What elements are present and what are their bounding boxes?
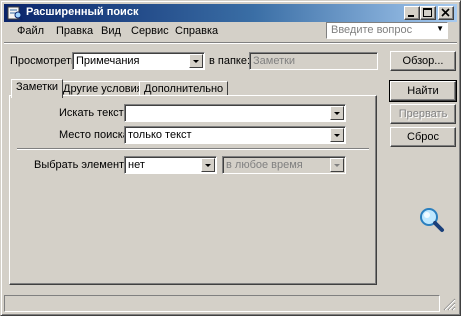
menu-help[interactable]: Справка: [175, 25, 218, 37]
close-icon: [441, 8, 450, 17]
ask-question-box[interactable]: Введите вопрос ▼: [326, 22, 448, 39]
select-items-label: Выбрать элементы:: [34, 159, 136, 171]
search-in-value: только текст: [128, 129, 192, 141]
menu-view[interactable]: Вид: [101, 25, 121, 37]
resize-grip-icon[interactable]: [442, 297, 456, 311]
search-in-dropdown-button[interactable]: [330, 128, 344, 142]
look-in-label: Просмотреть:: [10, 55, 80, 67]
look-in-value: Примечания: [76, 55, 140, 67]
search-animation-icon: [420, 208, 444, 232]
search-text-dropdown-button[interactable]: [330, 106, 344, 120]
folder-value: Заметки: [253, 55, 296, 67]
window-title: Расширенный поиск: [26, 6, 139, 18]
ask-question-placeholder: Введите вопрос: [331, 24, 413, 36]
advanced-find-window: Расширенный поиск Файл Правка Вид Сервис…: [0, 0, 461, 316]
find-now-button[interactable]: Найти: [389, 80, 457, 102]
time-value: в любое время: [226, 159, 303, 171]
minimize-button[interactable]: [404, 6, 420, 20]
maximize-button[interactable]: [420, 6, 436, 20]
select-items-value: нет: [128, 159, 145, 171]
in-folder-label: в папке:: [209, 55, 251, 67]
look-in-select[interactable]: Примечания: [72, 52, 205, 70]
status-bar: [4, 295, 457, 312]
search-in-select[interactable]: только текст: [124, 126, 346, 144]
menu-edit[interactable]: Правка: [56, 25, 93, 37]
look-in-dropdown-button[interactable]: [189, 54, 203, 68]
browse-button[interactable]: Обзор...: [390, 51, 456, 71]
search-text-input[interactable]: [124, 104, 346, 122]
status-pane: [4, 295, 440, 312]
tab-notes[interactable]: Заметки: [11, 79, 64, 98]
folder-field: Заметки: [249, 52, 378, 70]
stop-button[interactable]: Прервать: [390, 104, 456, 124]
tab-panel: [9, 95, 377, 285]
select-items-select[interactable]: нет: [124, 156, 217, 174]
menu-separator: [4, 42, 457, 44]
panel-separator: [17, 148, 369, 150]
title-bar[interactable]: Расширенный поиск: [4, 4, 457, 22]
search-text-label: Искать текст:: [59, 107, 127, 119]
maximize-icon: [423, 8, 432, 17]
chevron-down-icon: ▼: [436, 24, 444, 33]
advanced-find-app-icon: [7, 6, 23, 21]
time-select: в любое время: [222, 156, 346, 174]
minimize-icon: [408, 15, 414, 17]
menu-file[interactable]: Файл: [17, 25, 44, 37]
menu-tools[interactable]: Сервис: [131, 25, 169, 37]
time-dropdown-button: [330, 158, 344, 172]
new-search-button[interactable]: Сброс: [390, 127, 456, 147]
close-button[interactable]: [438, 6, 454, 20]
search-in-label: Место поиска:: [59, 129, 132, 141]
select-items-dropdown-button[interactable]: [201, 158, 215, 172]
